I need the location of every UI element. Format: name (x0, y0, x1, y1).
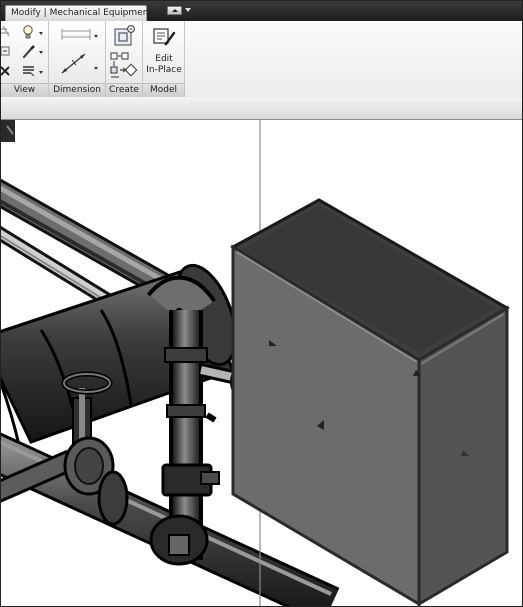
edit-in-place-label-line1: Edit (155, 54, 173, 64)
drawing-viewport[interactable] (1, 120, 522, 606)
hide-element-icon[interactable] (1, 26, 11, 39)
aligned-dimension-icon[interactable] (61, 28, 91, 42)
linear-dimension-icon[interactable] (59, 51, 89, 76)
options-bar (1, 97, 522, 120)
lightbulb-icon[interactable] (22, 25, 34, 40)
panel-label-dimension: Dimension (49, 83, 105, 97)
create-similar-icon[interactable] (112, 25, 136, 47)
linear-dimension-dropdown-icon[interactable] (94, 67, 98, 70)
ribbon-options-dropdown-icon[interactable] (185, 8, 191, 12)
line-filter-icon[interactable] (22, 65, 36, 77)
ribbon: View Dimension Create Edit In-Place Mode… (1, 21, 522, 98)
line-filter-dropdown-icon[interactable] (39, 71, 43, 74)
clip-corner-object (1, 120, 15, 142)
minimize-ribbon-button[interactable] (167, 6, 182, 15)
aligned-dimension-dropdown-icon[interactable] (94, 35, 98, 38)
lightbulb-dropdown-icon[interactable] (39, 32, 43, 35)
edit-in-place-icon (153, 28, 176, 46)
mechanical-equipment-box[interactable] (229, 198, 510, 606)
edit-in-place-label-line2: In-Place (146, 65, 182, 75)
override-graphics-icon[interactable] (1, 45, 11, 57)
edit-in-place-button[interactable]: Edit In-Place (143, 21, 185, 83)
panel-model: Edit In-Place Model (143, 21, 185, 97)
delete-icon[interactable] (1, 65, 11, 77)
panel-label-view: View (1, 83, 48, 97)
panel-label-create: Create (106, 83, 142, 97)
panel-label-model: Model (143, 83, 184, 97)
revit-window: Modify | Mechanical Equipment View Dimen… (0, 0, 523, 607)
ribbon-tab-strip: Modify | Mechanical Equipment (1, 1, 522, 21)
paintbrush-dropdown-icon[interactable] (39, 51, 43, 54)
model-view-3d (1, 120, 510, 606)
ribbon-empty-area (185, 21, 522, 97)
panel-view: View (1, 21, 49, 97)
create-group-icon[interactable] (110, 52, 138, 80)
paintbrush-icon[interactable] (22, 45, 36, 59)
panel-dimension: Dimension (49, 21, 106, 97)
tab-modify-mechanical-equipment[interactable]: Modify | Mechanical Equipment (5, 5, 152, 21)
panel-create: Create (106, 21, 143, 97)
